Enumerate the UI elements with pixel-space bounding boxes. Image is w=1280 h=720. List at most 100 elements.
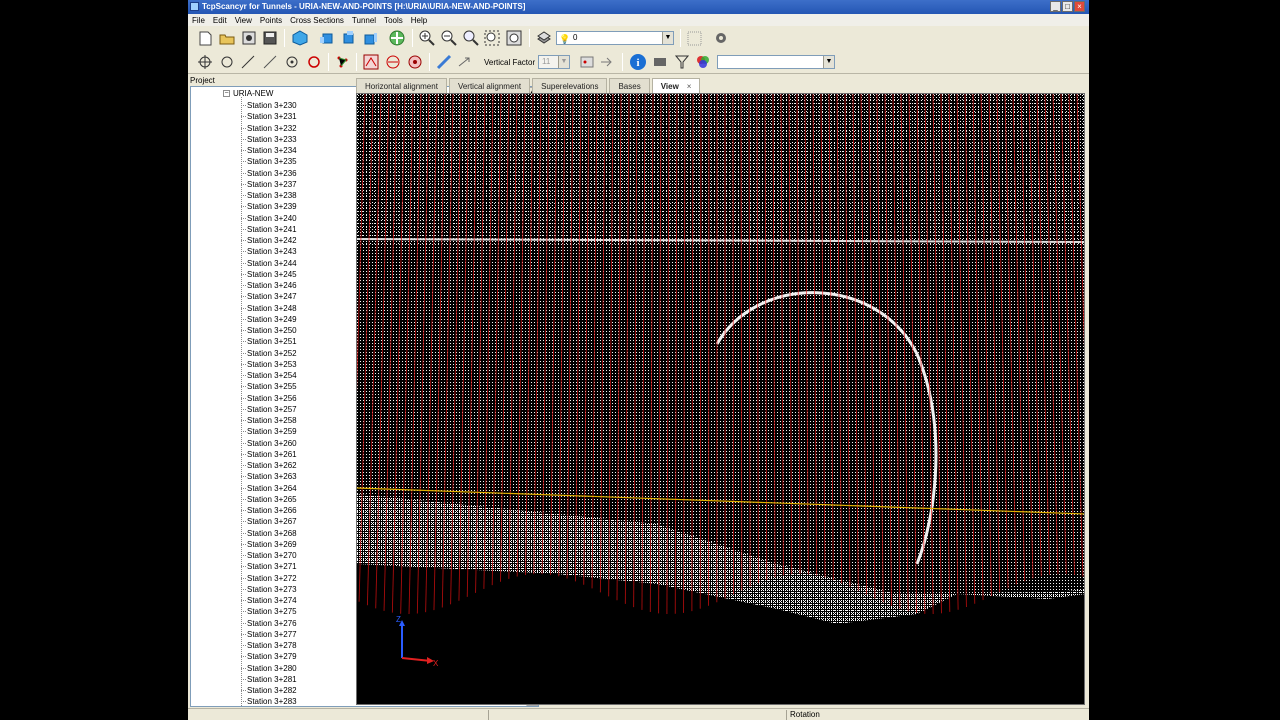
tree-item-station[interactable]: Station 3+278 (241, 640, 297, 651)
open-folder-icon[interactable] (218, 29, 236, 47)
settings-disk-icon[interactable] (240, 29, 258, 47)
tree-item-station[interactable]: Station 3+231 (241, 111, 297, 122)
tree-item-station[interactable]: Station 3+249 (241, 314, 297, 325)
tree-item-station[interactable]: Station 3+276 (241, 618, 297, 629)
tree-item-station[interactable]: Station 3+283 (241, 696, 297, 706)
tree-item-station[interactable]: Station 3+254 (241, 370, 297, 381)
close-button[interactable]: × (1074, 1, 1085, 12)
tab-view[interactable]: View × (651, 78, 701, 93)
points-icon[interactable] (334, 53, 352, 71)
zoom-window-icon[interactable] (462, 29, 480, 47)
circle-red-icon[interactable] (305, 53, 323, 71)
zoom-extents-icon[interactable] (483, 29, 501, 47)
info-icon[interactable]: i (629, 53, 647, 71)
tree-item-station[interactable]: Station 3+241 (241, 224, 297, 235)
chevron-down-icon[interactable]: ▼ (662, 32, 673, 44)
tree-item-station[interactable]: Station 3+258 (241, 415, 297, 426)
tree-item-station[interactable]: Station 3+261 (241, 449, 297, 460)
circle-tool-icon[interactable] (218, 53, 236, 71)
gear-icon[interactable] (712, 29, 730, 47)
tree-item-station[interactable]: Station 3+263 (241, 471, 297, 482)
tree-item-station[interactable]: Station 3+272 (241, 573, 297, 584)
zoom-out-icon[interactable] (440, 29, 458, 47)
tree-item-station[interactable]: Station 3+280 (241, 663, 297, 674)
tree-item-station[interactable]: Station 3+252 (241, 348, 297, 359)
menu-tools[interactable]: Tools (384, 16, 403, 25)
pointcloud-icon[interactable] (578, 53, 596, 71)
chevron-down-icon[interactable]: ▼ (823, 56, 834, 68)
cube-front-icon[interactable] (318, 29, 336, 47)
tree-item-station[interactable]: Station 3+265 (241, 494, 297, 505)
tree-item-station[interactable]: Station 3+256 (241, 393, 297, 404)
close-tab-icon[interactable]: × (687, 79, 692, 93)
tree-item-station[interactable]: Station 3+269 (241, 539, 297, 550)
tree-item-station[interactable]: Station 3+264 (241, 483, 297, 494)
cube-view-icon[interactable] (291, 29, 309, 47)
menu-help[interactable]: Help (411, 16, 427, 25)
layers-icon[interactable] (535, 29, 553, 47)
tree-item-station[interactable]: Station 3+251 (241, 336, 297, 347)
zoom-previous-icon[interactable] (505, 29, 523, 47)
rectangle-icon[interactable] (651, 53, 669, 71)
crosshair-icon[interactable] (196, 53, 214, 71)
vertical-factor-combo[interactable]: 11 ▼ (538, 55, 570, 69)
tree-item-station[interactable]: Station 3+260 (241, 438, 297, 449)
line-tool-icon[interactable] (239, 53, 257, 71)
tunnel-icon[interactable] (406, 53, 424, 71)
tree-item-station[interactable]: Station 3+274 (241, 595, 297, 606)
measure-icon[interactable] (435, 53, 453, 71)
menu-points[interactable]: Points (260, 16, 282, 25)
tree-item-station[interactable]: Station 3+259 (241, 426, 297, 437)
3d-viewport[interactable]: Z X (356, 93, 1085, 705)
tree-item-station[interactable]: Station 3+270 (241, 550, 297, 561)
tree-item-station[interactable]: Station 3+266 (241, 505, 297, 516)
tree-item-station[interactable]: Station 3+246 (241, 280, 297, 291)
tree-item-station[interactable]: Station 3+250 (241, 325, 297, 336)
maximize-button[interactable]: □ (1062, 1, 1073, 12)
menu-file[interactable]: File (192, 16, 205, 25)
section-icon[interactable] (362, 53, 380, 71)
cube-side-icon[interactable] (339, 29, 357, 47)
tree-item-station[interactable]: Station 3+253 (241, 359, 297, 370)
tree-item-station[interactable]: Station 3+275 (241, 606, 297, 617)
tree-item-station[interactable]: Station 3+262 (241, 460, 297, 471)
tree-item-station[interactable]: Station 3+230 (241, 100, 297, 111)
colors-icon[interactable] (694, 53, 712, 71)
tree-item-station[interactable]: Station 3+243 (241, 246, 297, 257)
tree-item-station[interactable]: Station 3+236 (241, 168, 297, 179)
tree-item-station[interactable]: Station 3+271 (241, 561, 297, 572)
tree-item-station[interactable]: Station 3+237 (241, 179, 297, 190)
tab-superelevations[interactable]: Superelevations (532, 78, 608, 93)
save-icon[interactable] (261, 29, 279, 47)
tree-item-station[interactable]: Station 3+244 (241, 258, 297, 269)
zoom-in-icon[interactable] (418, 29, 436, 47)
menu-view[interactable]: View (235, 16, 252, 25)
chevron-down-icon[interactable]: ▼ (558, 56, 569, 68)
tab-vertical-alignment[interactable]: Vertical alignment (448, 78, 531, 93)
minimize-button[interactable]: _ (1050, 1, 1061, 12)
tree-item-station[interactable]: Station 3+282 (241, 685, 297, 696)
tree-item-station[interactable]: Station 3+235 (241, 156, 297, 167)
layer-combo[interactable]: 💡 0 ▼ (556, 31, 674, 45)
collapse-icon[interactable]: − (223, 90, 230, 97)
filter-icon[interactable] (673, 53, 691, 71)
tree-item-station[interactable]: Station 3+240 (241, 213, 297, 224)
tree-item-station[interactable]: Station 3+232 (241, 123, 297, 134)
menu-cross-sections[interactable]: Cross Sections (290, 16, 344, 25)
tree-item-station[interactable]: Station 3+281 (241, 674, 297, 685)
tree-item-station[interactable]: Station 3+255 (241, 381, 297, 392)
grid-icon[interactable] (685, 29, 703, 47)
export-icon[interactable] (598, 53, 616, 71)
menu-tunnel[interactable]: Tunnel (352, 16, 376, 25)
tree-item-station[interactable]: Station 3+248 (241, 303, 297, 314)
tree-item-station[interactable]: Station 3+238 (241, 190, 297, 201)
tree-item-station[interactable]: Station 3+234 (241, 145, 297, 156)
tree-item-station[interactable]: Station 3+279 (241, 651, 297, 662)
tab-horizontal-alignment[interactable]: Horizontal alignment (356, 78, 447, 93)
menu-edit[interactable]: Edit (213, 16, 227, 25)
tree-item-station[interactable]: Station 3+245 (241, 269, 297, 280)
tree-item-station[interactable]: Station 3+267 (241, 516, 297, 527)
tree-item-station[interactable]: Station 3+257 (241, 404, 297, 415)
filter-combo[interactable]: ▼ (717, 55, 835, 69)
cube-top-icon[interactable] (361, 29, 379, 47)
